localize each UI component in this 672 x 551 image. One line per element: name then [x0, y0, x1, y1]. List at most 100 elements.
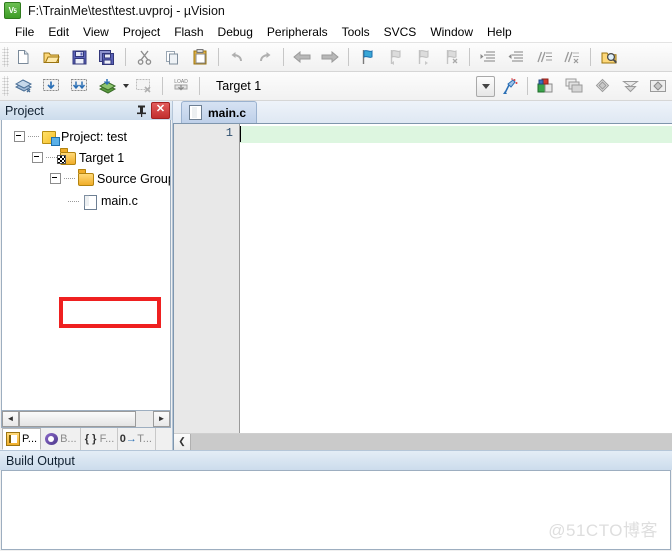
- c-file-icon: [189, 105, 202, 120]
- scroll-left-arrow-icon[interactable]: ◄: [2, 411, 19, 427]
- project-panel-header: Project ✕: [0, 101, 172, 120]
- menu-view[interactable]: View: [76, 23, 116, 41]
- project-icon: [42, 130, 58, 144]
- c-file-icon: [82, 194, 98, 210]
- scroll-right-arrow-icon[interactable]: ►: [153, 411, 170, 427]
- editor-area: main.c 1 ❮: [173, 101, 672, 450]
- editor-tab-strip: main.c: [173, 101, 672, 123]
- clear-bookmarks-icon[interactable]: [438, 44, 464, 70]
- project-panel-scrollbar[interactable]: ◄ ►: [1, 411, 171, 428]
- toolbar-grip[interactable]: [2, 47, 9, 67]
- editor-horizontal-scrollbar[interactable]: ❮: [173, 433, 672, 450]
- indent-icon[interactable]: [475, 44, 501, 70]
- options-for-target-icon[interactable]: [496, 73, 522, 99]
- cut-icon[interactable]: [131, 44, 157, 70]
- menu-project[interactable]: Project: [116, 23, 167, 41]
- select-layer-icon[interactable]: [589, 73, 615, 99]
- previous-bookmark-icon[interactable]: [382, 44, 408, 70]
- project-panel-title: Project: [5, 103, 44, 118]
- new-file-icon[interactable]: [10, 44, 36, 70]
- tab-label: F...: [99, 433, 115, 445]
- tab-project[interactable]: P...: [2, 428, 42, 450]
- menu-file[interactable]: File: [8, 23, 41, 41]
- functions-tab-icon: { }: [84, 433, 97, 445]
- manage-layers-icon[interactable]: [617, 73, 643, 99]
- tab-books[interactable]: B...: [41, 428, 81, 450]
- tree-connector: [64, 178, 76, 179]
- pin-icon[interactable]: [133, 103, 149, 119]
- tree-item-project[interactable]: Project: test: [2, 126, 170, 147]
- toolbar-separator: [199, 77, 200, 95]
- navigate-back-icon[interactable]: [289, 44, 315, 70]
- copy-icon[interactable]: [159, 44, 185, 70]
- editor-tab-main-c[interactable]: main.c: [181, 101, 258, 123]
- menu-help[interactable]: Help: [480, 23, 519, 41]
- annotation-highlight-box: [59, 297, 161, 328]
- next-bookmark-icon[interactable]: [410, 44, 436, 70]
- expand-toggle-icon[interactable]: [32, 152, 43, 163]
- paste-icon[interactable]: [187, 44, 213, 70]
- scrollbar-track[interactable]: [136, 411, 153, 427]
- open-file-icon[interactable]: [38, 44, 64, 70]
- folder-icon: [78, 172, 94, 186]
- title-bar: V5 F:\TrainMe\test\test.uvproj - µVision: [0, 0, 672, 21]
- rebuild-icon[interactable]: [66, 73, 92, 99]
- redo-icon[interactable]: [252, 44, 278, 70]
- line-number: 1: [225, 126, 233, 140]
- menu-flash[interactable]: Flash: [167, 23, 210, 41]
- manage-project-items-icon[interactable]: [533, 73, 559, 99]
- toolbar-grip[interactable]: [2, 76, 9, 96]
- batch-build-icon[interactable]: [94, 73, 120, 99]
- menu-svcs[interactable]: SVCS: [377, 23, 424, 41]
- templates-tab-icon: 0 →: [119, 433, 137, 445]
- toggle-bookmark-icon[interactable]: [354, 44, 380, 70]
- tab-label: T...: [137, 433, 152, 445]
- scrollbar-thumb[interactable]: [19, 411, 136, 427]
- expand-toggle-icon[interactable]: [14, 131, 25, 142]
- code-editor[interactable]: 1: [173, 123, 672, 433]
- build-output-header: Build Output: [0, 451, 672, 470]
- outdent-icon[interactable]: [503, 44, 529, 70]
- undo-icon[interactable]: [224, 44, 250, 70]
- navigate-forward-icon[interactable]: [317, 44, 343, 70]
- tree-item-target[interactable]: Target 1: [2, 147, 170, 168]
- tree-item-label: main.c: [101, 194, 138, 208]
- translate-icon[interactable]: [10, 73, 36, 99]
- toolbar-separator: [218, 48, 219, 66]
- expand-toggle-icon[interactable]: [50, 173, 61, 184]
- stop-build-icon[interactable]: [131, 73, 157, 99]
- load-icon[interactable]: LOAD: [168, 73, 194, 99]
- build-icon[interactable]: [38, 73, 64, 99]
- comment-icon[interactable]: [531, 44, 557, 70]
- menu-edit[interactable]: Edit: [41, 23, 76, 41]
- tree-item-main-c[interactable]: main.c: [2, 189, 170, 213]
- window-title: F:\TrainMe\test\test.uvproj - µVision: [28, 3, 225, 18]
- configure-layers-icon[interactable]: [645, 73, 671, 99]
- toolbar-separator: [162, 77, 163, 95]
- batch-build-dropdown-icon[interactable]: [121, 74, 130, 98]
- uncomment-icon[interactable]: [559, 44, 585, 70]
- save-icon[interactable]: [66, 44, 92, 70]
- uvision-window: V5 F:\TrainMe\test\test.uvproj - µVision…: [0, 0, 672, 551]
- scrollbar-track[interactable]: [191, 433, 672, 450]
- target-selector-dropdown-icon[interactable]: [476, 75, 495, 97]
- tab-templates[interactable]: 0 → T...: [118, 428, 156, 450]
- project-tab-icon: [6, 432, 20, 446]
- menu-window[interactable]: Window: [423, 23, 480, 41]
- menu-tools[interactable]: Tools: [335, 23, 377, 41]
- target-selector-value[interactable]: Target 1: [216, 79, 261, 93]
- text-caret: [240, 126, 241, 142]
- tab-functions[interactable]: { } F...: [81, 428, 119, 450]
- scroll-left-arrow-icon[interactable]: ❮: [174, 433, 191, 450]
- menu-debug[interactable]: Debug: [211, 23, 260, 41]
- save-all-icon[interactable]: [94, 44, 120, 70]
- menu-peripherals[interactable]: Peripherals: [260, 23, 335, 41]
- tree-item-source-group[interactable]: Source Group 1: [2, 168, 170, 189]
- project-tree[interactable]: Project: test Target 1 Source Group 1: [1, 120, 171, 411]
- code-text-area[interactable]: [240, 124, 672, 433]
- find-in-files-icon[interactable]: [596, 44, 622, 70]
- workspace: Project ✕ Project: test Target 1 Source …: [0, 101, 672, 450]
- close-icon[interactable]: ✕: [151, 102, 170, 119]
- tree-connector: [28, 136, 40, 137]
- manage-multi-project-icon[interactable]: [561, 73, 587, 99]
